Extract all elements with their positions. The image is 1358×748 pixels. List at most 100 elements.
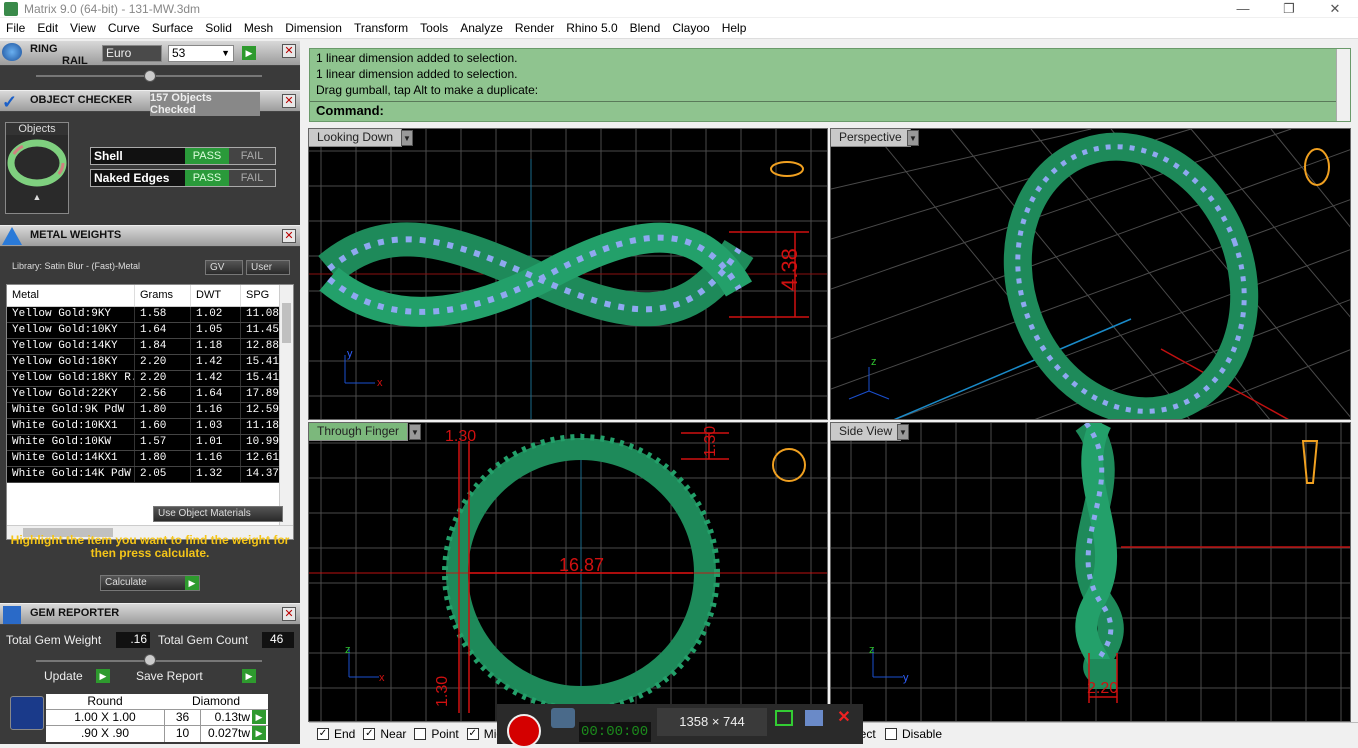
- menu-curve[interactable]: Curve: [102, 21, 146, 35]
- gem-reporter-close-icon[interactable]: ✕: [282, 607, 296, 621]
- menu-render[interactable]: Render: [509, 21, 560, 35]
- menu-bar: File Edit View Curve Surface Solid Mesh …: [0, 18, 1358, 39]
- gem-row[interactable]: .90 X .90 10 0.027tw ▶: [46, 726, 268, 742]
- menu-transform[interactable]: Transform: [348, 21, 414, 35]
- osnap-point[interactable]: Point: [414, 727, 459, 741]
- table-row[interactable]: Yellow Gold:14KY 1.84 1.18 12.88: [7, 339, 293, 355]
- table-vertical-scrollbar[interactable]: [279, 285, 293, 525]
- cell-dwt: 1.16: [191, 403, 241, 418]
- osnap-disable[interactable]: Disable: [885, 727, 942, 741]
- select-region-icon[interactable]: [775, 710, 793, 726]
- chevron-down-icon: ▼: [221, 48, 230, 58]
- object-checker-close-icon[interactable]: ✕: [282, 94, 296, 108]
- viewport-perspective[interactable]: z Perspective ▼: [830, 128, 1351, 420]
- menu-tools[interactable]: Tools: [414, 21, 454, 35]
- calculate-button[interactable]: Calculate ▶: [100, 575, 200, 591]
- menu-analyze[interactable]: Analyze: [454, 21, 509, 35]
- gv-toggle[interactable]: GV: [205, 260, 243, 275]
- viewport-menu-chevron-icon[interactable]: ▼: [907, 130, 919, 146]
- column-header-dwt[interactable]: DWT: [191, 285, 241, 306]
- update-button[interactable]: ▶: [96, 669, 110, 683]
- osnap-end[interactable]: ✓ End: [317, 727, 355, 741]
- svg-text:y: y: [347, 348, 353, 360]
- column-header-spg[interactable]: SPG: [241, 285, 281, 306]
- close-recorder-icon[interactable]: ✕: [835, 710, 853, 726]
- menu-edit[interactable]: Edit: [31, 21, 64, 35]
- checkbox-icon: [414, 727, 427, 740]
- ring-rail-apply-button[interactable]: ▶: [242, 46, 256, 60]
- viewport-label-side-view[interactable]: Side View: [831, 423, 902, 441]
- menu-solid[interactable]: Solid: [199, 21, 238, 35]
- viewport-label-looking-down[interactable]: Looking Down: [309, 129, 403, 147]
- table-row[interactable]: White Gold:14KX1 1.80 1.16 12.61: [7, 451, 293, 467]
- menu-rhino[interactable]: Rhino 5.0: [560, 21, 623, 35]
- table-row[interactable]: Yellow Gold:10KY 1.64 1.05 11.45: [7, 323, 293, 339]
- menu-surface[interactable]: Surface: [146, 21, 199, 35]
- table-row[interactable]: Yellow Gold:9KY 1.58 1.02 11.08: [7, 307, 293, 323]
- use-object-materials-label: Use Object Materials: [158, 508, 251, 519]
- ring-rail-close-icon[interactable]: ✕: [282, 44, 296, 58]
- table-row[interactable]: White Gold:10KW 1.57 1.01 10.99: [7, 435, 293, 451]
- table-row[interactable]: Yellow Gold:22KY 2.56 1.64 17.89: [7, 387, 293, 403]
- expand-up-icon[interactable]: ▲: [6, 192, 68, 202]
- menu-mesh[interactable]: Mesh: [238, 21, 279, 35]
- close-button[interactable]: ✕: [1312, 0, 1358, 17]
- objects-thumbnail-panel[interactable]: Objects ▲: [5, 122, 69, 214]
- cell-spg: 17.89: [241, 387, 281, 402]
- ring-thumbnail: [7, 139, 67, 187]
- table-row[interactable]: White Gold:9K PdW 1.80 1.16 12.59: [7, 403, 293, 419]
- menu-dimension[interactable]: Dimension: [279, 21, 348, 35]
- column-header-metal[interactable]: Metal: [7, 285, 135, 306]
- camera-icon[interactable]: [551, 708, 575, 728]
- minimize-recorder-icon[interactable]: [805, 710, 823, 726]
- command-prompt[interactable]: Command:: [316, 103, 384, 118]
- maximize-button[interactable]: ❐: [1266, 0, 1312, 17]
- cell-dwt: 1.42: [191, 371, 241, 386]
- cell-spg: 10.99: [241, 435, 281, 450]
- minimize-button[interactable]: —: [1220, 0, 1266, 17]
- viewport-menu-chevron-icon[interactable]: ▼: [401, 130, 413, 146]
- slider-handle[interactable]: [144, 654, 156, 666]
- viewport-menu-chevron-icon[interactable]: ▼: [409, 424, 421, 440]
- record-button[interactable]: [507, 714, 541, 748]
- menu-view[interactable]: View: [64, 21, 102, 35]
- viewport-side-view[interactable]: 2.20 z y Side View ▼: [830, 422, 1351, 722]
- dimension-label: 1.30: [445, 428, 476, 445]
- calculate-label: Calculate: [105, 577, 147, 588]
- slider-handle[interactable]: [144, 70, 156, 82]
- menu-clayoo[interactable]: Clayoo: [666, 21, 715, 35]
- cell-dwt: 1.03: [191, 419, 241, 434]
- column-header-grams[interactable]: Grams: [135, 285, 191, 306]
- osnap-near[interactable]: ✓ Near: [363, 727, 406, 741]
- table-row[interactable]: Yellow Gold:18KY R...2.201.4215.41: [7, 371, 293, 387]
- shell-pass-button[interactable]: PASS: [185, 148, 229, 164]
- menu-blend[interactable]: Blend: [624, 21, 667, 35]
- save-report-button[interactable]: ▶: [242, 669, 256, 683]
- ring-standard-select[interactable]: Euro: [102, 45, 162, 62]
- cell-spg: 15.41: [241, 371, 281, 386]
- table-row[interactable]: Yellow Gold:18KY 2.20 1.42 15.41: [7, 355, 293, 371]
- viewport-label-perspective[interactable]: Perspective: [831, 129, 911, 147]
- viewport-menu-chevron-icon[interactable]: ▼: [897, 424, 909, 440]
- table-row[interactable]: White Gold:10KX1 1.60 1.03 11.18: [7, 419, 293, 435]
- gem-row[interactable]: 1.00 X 1.00 36 0.13tw ▶: [46, 710, 268, 726]
- user-toggle[interactable]: User: [246, 260, 290, 275]
- viewport-label-through-finger[interactable]: Through Finger: [309, 423, 409, 441]
- ring-size-select[interactable]: 53 ▼: [168, 45, 234, 62]
- metal-weights-close-icon[interactable]: ✕: [282, 229, 296, 243]
- naked-edges-pass-button[interactable]: PASS: [185, 170, 229, 186]
- gem-row-arrow-icon[interactable]: ▶: [252, 726, 266, 740]
- svg-text:z: z: [869, 644, 875, 656]
- metal-weight-hint: Highlight the item you want to find the …: [10, 533, 290, 560]
- cell-dwt: 1.02: [191, 307, 241, 322]
- viewport-through-finger[interactable]: 16.87 1.30 1.30 1.30 z x Through Finger …: [308, 422, 828, 722]
- menu-file[interactable]: File: [0, 21, 31, 35]
- table-row[interactable]: White Gold:14K PdW 2.05 1.32 14.37: [7, 467, 293, 483]
- naked-edges-fail-button[interactable]: FAIL: [229, 170, 275, 186]
- viewport-looking-down[interactable]: 4.38 y x Looking Down ▼: [308, 128, 828, 420]
- command-scrollbar[interactable]: [1336, 49, 1350, 121]
- menu-help[interactable]: Help: [716, 21, 753, 35]
- gem-row-arrow-icon[interactable]: ▶: [252, 710, 266, 724]
- use-object-materials-toggle[interactable]: Use Object Materials: [153, 506, 283, 522]
- shell-fail-button[interactable]: FAIL: [229, 148, 275, 164]
